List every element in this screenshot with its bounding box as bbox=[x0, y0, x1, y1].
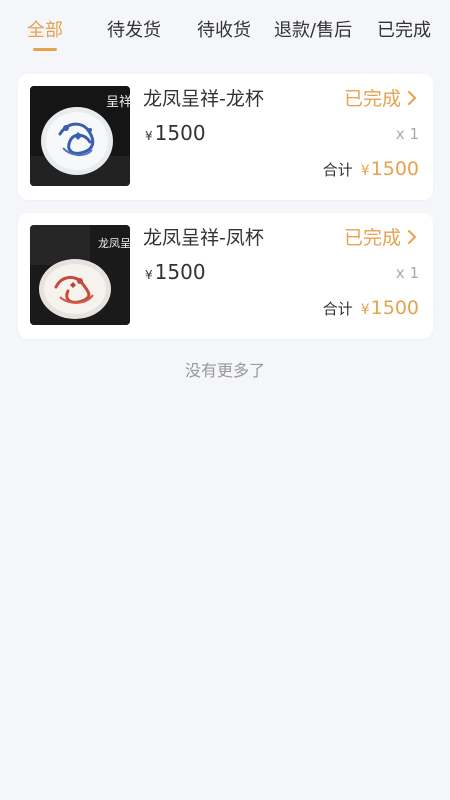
order-list-page: 全部 待发货 待收货 退款/售后 已完成 呈祥 龙凤呈祥-龙杯 已完成 ¥ 15… bbox=[0, 0, 450, 800]
tab-all[interactable]: 全部 bbox=[27, 16, 63, 42]
tab-pending-shipment[interactable]: 待发货 bbox=[107, 16, 161, 42]
order-status-link[interactable]: 已完成 bbox=[344, 84, 419, 111]
unit-price: ¥1500 bbox=[145, 260, 206, 284]
order-card[interactable]: 呈祥 龙凤呈祥-龙杯 已完成 ¥1500 x 1 合计 ¥ 1500 bbox=[18, 74, 433, 200]
order-total: 合计 ¥ 1500 bbox=[323, 297, 419, 319]
order-tabs: 全部 待发货 待收货 退款/售后 已完成 bbox=[0, 0, 450, 58]
phoenix-plate-image: 龙凤呈祥 bbox=[30, 225, 130, 325]
active-tab-indicator bbox=[33, 48, 57, 51]
order-status-label: 已完成 bbox=[343, 227, 401, 249]
price-amount: 1500 bbox=[154, 121, 206, 145]
unit-price: ¥1500 bbox=[145, 121, 206, 145]
total-label: 合计 bbox=[322, 300, 353, 318]
tab-pending-receipt[interactable]: 待收货 bbox=[197, 16, 251, 42]
order-total: 合计 ¥ 1500 bbox=[323, 158, 419, 180]
price-amount: 1500 bbox=[154, 260, 206, 284]
total-amount: 1500 bbox=[370, 297, 419, 319]
quantity: x 1 bbox=[395, 264, 419, 282]
order-status-link[interactable]: 已完成 bbox=[344, 223, 419, 250]
order-card[interactable]: 龙凤呈祥 龙凤呈祥-凤杯 已完成 ¥1500 x 1 合计 ¥ 1500 bbox=[18, 213, 433, 339]
currency-symbol: ¥ bbox=[360, 163, 370, 179]
product-name: 龙凤呈祥-龙杯 bbox=[143, 88, 264, 110]
currency-symbol: ¥ bbox=[145, 268, 153, 282]
total-amount: 1500 bbox=[370, 158, 419, 180]
quantity: x 1 bbox=[395, 125, 419, 143]
image-caption: 呈祥 bbox=[106, 95, 130, 110]
image-caption: 龙凤呈祥 bbox=[98, 236, 130, 250]
chevron-right-icon bbox=[408, 229, 416, 244]
chevron-right-icon bbox=[408, 90, 416, 105]
currency-symbol: ¥ bbox=[360, 302, 370, 318]
currency-symbol: ¥ bbox=[145, 129, 153, 143]
total-label: 合计 bbox=[322, 161, 353, 179]
product-name: 龙凤呈祥-凤杯 bbox=[143, 227, 264, 249]
no-more-text: 没有更多了 bbox=[184, 361, 265, 380]
tab-refund-aftersales[interactable]: 退款/售后 bbox=[274, 16, 352, 42]
order-status-label: 已完成 bbox=[343, 88, 401, 110]
tab-completed[interactable]: 已完成 bbox=[377, 16, 431, 42]
dragon-plate-image: 呈祥 bbox=[30, 86, 130, 186]
